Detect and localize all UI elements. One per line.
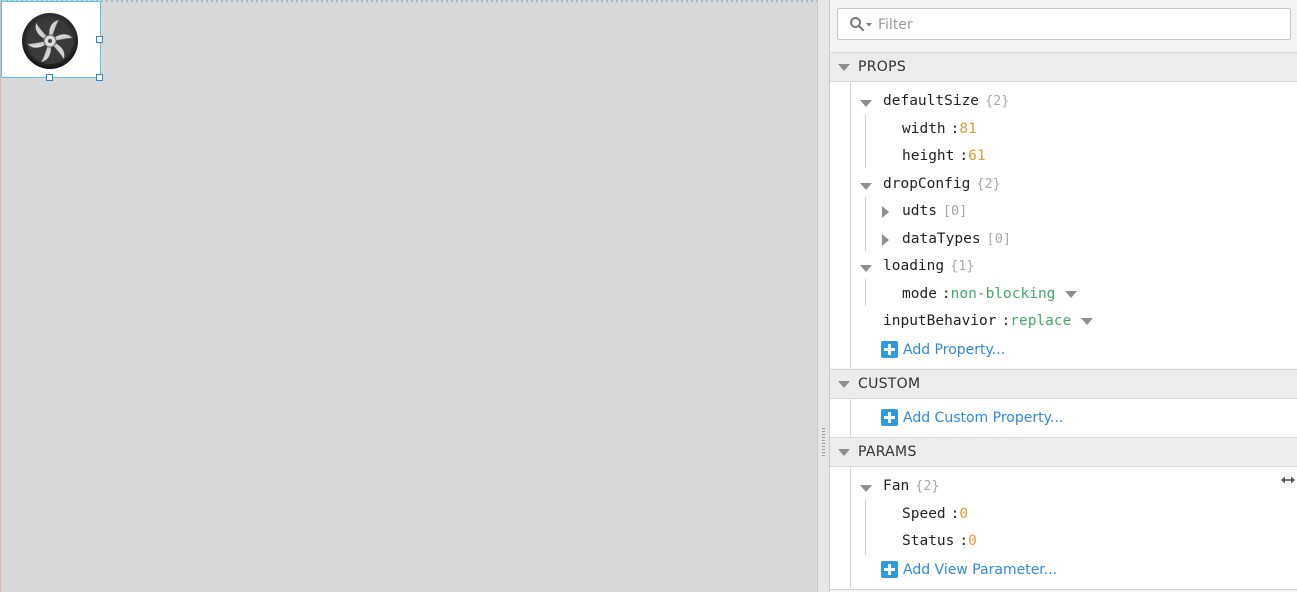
collapse-triangle-icon[interactable] [838, 64, 850, 71]
prop-meta: {2} [976, 176, 1001, 192]
prop-meta: [0] [986, 231, 1011, 247]
prop-row-loading[interactable]: loading {1} [883, 258, 975, 280]
panel-splitter[interactable] [817, 0, 830, 592]
collapsed-triangle-icon[interactable] [882, 234, 889, 246]
prop-row-dataTypes[interactable]: dataTypes [0] [902, 231, 1011, 253]
collapsed-triangle-icon[interactable] [882, 206, 889, 218]
prop-row-height[interactable]: height:61 [902, 148, 986, 170]
panel-bottom-border [830, 589, 1297, 590]
prop-meta: {1} [950, 258, 975, 274]
dropdown-arrow-icon[interactable] [1065, 290, 1078, 298]
prop-row-width[interactable]: width:81 [902, 121, 977, 143]
custom-section-header[interactable]: CUSTOM [830, 369, 1297, 399]
resize-handle-right[interactable] [96, 36, 103, 43]
splitter-grip[interactable] [822, 428, 825, 458]
prop-row-udts[interactable]: udts [0] [902, 203, 967, 225]
tree-line [865, 499, 866, 555]
fan-image-component[interactable] [1, 1, 103, 81]
expand-triangle-icon[interactable] [860, 265, 872, 272]
search-icon[interactable] [849, 16, 875, 34]
plus-icon [881, 341, 898, 358]
prop-meta: {2} [985, 93, 1010, 109]
collapse-triangle-icon[interactable] [838, 449, 850, 456]
param-key: Fan [883, 478, 910, 494]
param-key: Speed [902, 506, 946, 522]
add-property-label: Add Property... [903, 342, 1006, 358]
design-canvas[interactable] [0, 0, 818, 592]
prop-row-dropConfig[interactable]: dropConfig {2} [883, 176, 1001, 198]
section-title: PROPS [858, 59, 907, 75]
property-editor-panel: PROPS defaultSize {2} width:81 height:61 … [830, 0, 1297, 592]
tree-line [865, 279, 866, 306]
fan-icon [22, 13, 78, 69]
prop-key: loading [883, 258, 945, 274]
tree-line [865, 114, 866, 168]
prop-value[interactable]: 61 [968, 148, 985, 164]
prop-key: height [902, 148, 955, 164]
prop-key: defaultSize [883, 93, 980, 109]
params-section-header[interactable]: PARAMS [830, 437, 1297, 467]
dropdown-arrow-icon[interactable] [1081, 317, 1094, 325]
add-custom-property-label: Add Custom Property... [903, 410, 1064, 426]
prop-key: width [902, 121, 946, 137]
prop-key: inputBehavior [883, 313, 997, 329]
custom-section-body: Add Custom Property... [830, 399, 1297, 437]
expand-triangle-icon[interactable] [860, 183, 872, 190]
filter-box[interactable] [837, 8, 1291, 40]
expand-triangle-icon[interactable] [860, 485, 872, 492]
param-row-Speed[interactable]: Speed:0 [902, 506, 968, 528]
prop-key: mode [902, 286, 937, 302]
param-key: Status [902, 533, 955, 549]
prop-value[interactable]: non-blocking [951, 286, 1056, 302]
resize-handle-bottom[interactable] [46, 74, 53, 81]
tree-gutter [850, 467, 851, 589]
filter-bar [830, 0, 1297, 50]
prop-meta: [0] [942, 203, 968, 219]
add-view-parameter-label: Add View Parameter... [903, 562, 1058, 578]
props-section-body: defaultSize {2} width:81 height:61 dropCo… [830, 82, 1297, 368]
filter-input[interactable] [876, 14, 1280, 36]
horizontal-resize-icon[interactable] [1281, 476, 1295, 484]
params-section-body: Fan {2} Speed:0 Status:0 Add View Paramet… [830, 467, 1297, 589]
param-row-Status[interactable]: Status:0 [902, 533, 977, 555]
param-row-Fan[interactable]: Fan {2} [883, 478, 940, 500]
section-title: CUSTOM [858, 376, 921, 392]
prop-key: dataTypes [902, 231, 981, 247]
prop-key: udts [902, 203, 937, 219]
props-section-header[interactable]: PROPS [830, 52, 1297, 82]
prop-row-mode[interactable]: mode:non-blocking [902, 286, 1078, 308]
prop-row-inputBehavior[interactable]: inputBehavior:replace [883, 313, 1094, 335]
prop-row-defaultSize[interactable]: defaultSize {2} [883, 93, 1009, 115]
collapse-triangle-icon[interactable] [838, 381, 850, 388]
tree-line [865, 197, 866, 251]
canvas-top-ruler [1, 0, 818, 2]
resize-handle-bottom-right[interactable] [96, 74, 103, 81]
param-meta: {2} [915, 478, 940, 494]
prop-value[interactable]: replace [1010, 313, 1071, 329]
param-value[interactable]: 0 [968, 533, 977, 549]
prop-key: dropConfig [883, 176, 971, 192]
plus-icon [881, 561, 898, 578]
plus-icon [881, 409, 898, 426]
tree-gutter [850, 82, 851, 368]
param-value[interactable]: 0 [959, 506, 968, 522]
prop-value[interactable]: 81 [959, 121, 976, 137]
tree-gutter [850, 399, 851, 437]
expand-triangle-icon[interactable] [860, 100, 872, 107]
section-title: PARAMS [858, 444, 917, 460]
